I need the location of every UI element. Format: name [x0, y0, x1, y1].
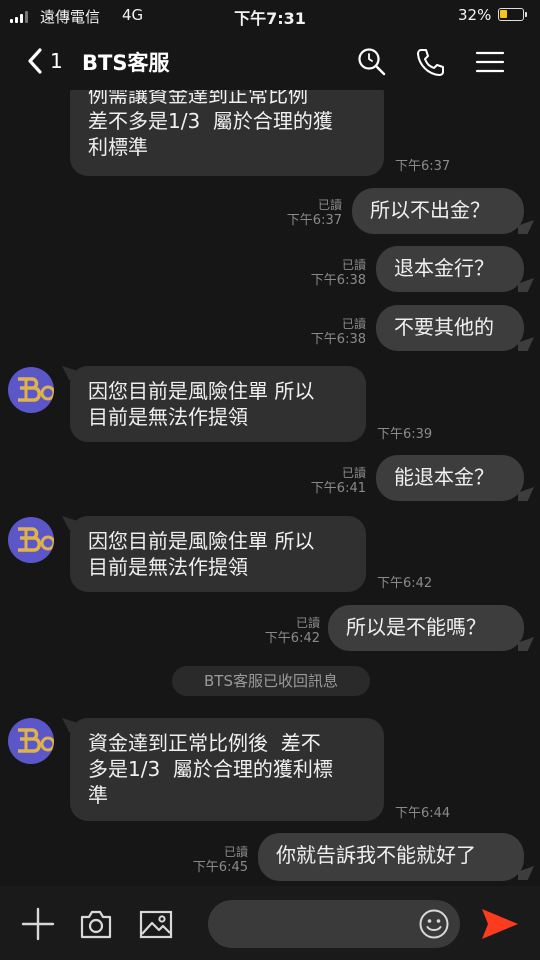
message-text: 所以不出金？	[370, 198, 490, 222]
chat-area[interactable]: 例需讓資金達到正常比例 差不多是1/3 屬於合理的獲 利標準 下午6:37 已讀…	[0, 90, 540, 886]
read-receipt: 已讀 下午6:42	[264, 616, 320, 646]
back-button[interactable]: 1	[26, 44, 70, 78]
outgoing-message[interactable]: 所以不出金？	[352, 188, 524, 234]
incoming-message[interactable]: 例需讓資金達到正常比例 差不多是1/3 屬於合理的獲 利標準	[70, 90, 384, 176]
outgoing-message[interactable]: 能退本金？	[376, 455, 524, 501]
bts-logo-icon	[18, 377, 54, 402]
incoming-message[interactable]: 資金達到正常比例後 差不 多是1/3 屬於合理的獲利標 準	[70, 718, 384, 821]
battery-icon	[498, 8, 527, 21]
message-text: 不要其他的	[394, 315, 494, 339]
message-time: 下午6:42	[377, 576, 433, 591]
status-bar: 遠傳電信 4G 下午7:31 32%	[0, 0, 540, 34]
battery-percent: 32%	[458, 6, 492, 24]
read-receipt: 已讀 下午6:41	[310, 466, 366, 496]
message-time: 下午6:44	[395, 806, 451, 821]
read-receipt: 已讀 下午6:45	[192, 845, 248, 875]
input-bar	[0, 886, 540, 960]
image-icon[interactable]	[138, 906, 174, 942]
chat-title: BTS客服	[82, 51, 170, 75]
plus-icon[interactable]	[20, 906, 56, 942]
chat-header: 1 BTS客服	[0, 34, 540, 90]
message-text: 資金達到正常比例後 差不 多是1/3 屬於合理的獲利標 準	[88, 731, 333, 807]
send-icon[interactable]	[480, 906, 520, 942]
message-text: 能退本金？	[394, 465, 494, 489]
message-text: 例需讓資金達到正常比例 差不多是1/3 屬於合理的獲 利標準	[88, 90, 333, 159]
outgoing-message[interactable]: 退本金行？	[376, 246, 524, 292]
message-input[interactable]	[208, 900, 460, 948]
message-time: 下午6:39	[377, 427, 433, 442]
back-chevron-icon	[28, 48, 42, 74]
incoming-message[interactable]: 因您目前是風險住單 所以 目前是無法作提領	[70, 516, 366, 592]
camera-icon[interactable]	[78, 906, 114, 942]
avatar[interactable]	[8, 718, 54, 764]
read-receipt: 已讀 下午6:37	[286, 198, 342, 228]
message-text: 你就告訴我不能就好了	[276, 843, 476, 867]
message-text: 因您目前是風險住單 所以 目前是無法作提領	[88, 379, 315, 429]
emoji-icon[interactable]	[418, 908, 450, 940]
outgoing-message[interactable]: 所以是不能嗎？	[328, 605, 524, 651]
bts-logo-icon	[18, 527, 54, 552]
outgoing-message[interactable]: 你就告訴我不能就好了	[258, 833, 524, 881]
bts-logo-icon	[18, 728, 54, 753]
message-time: 下午6:37	[395, 159, 451, 174]
avatar[interactable]	[8, 517, 54, 563]
system-message: BTS客服已收回訊息	[172, 666, 370, 696]
search-icon[interactable]	[356, 46, 388, 78]
avatar[interactable]	[8, 367, 54, 413]
phone-icon[interactable]	[414, 46, 446, 78]
read-receipt: 已讀 下午6:38	[310, 317, 366, 347]
menu-icon[interactable]	[474, 46, 506, 78]
unread-count: 1	[50, 49, 63, 73]
message-text: 所以是不能嗎？	[346, 615, 486, 639]
read-receipt: 已讀 下午6:38	[310, 258, 366, 288]
incoming-message[interactable]: 因您目前是風險住單 所以 目前是無法作提領	[70, 366, 366, 442]
message-text: 因您目前是風險住單 所以 目前是無法作提領	[88, 529, 315, 579]
message-text: 退本金行？	[394, 256, 494, 280]
outgoing-message[interactable]: 不要其他的	[376, 305, 524, 351]
